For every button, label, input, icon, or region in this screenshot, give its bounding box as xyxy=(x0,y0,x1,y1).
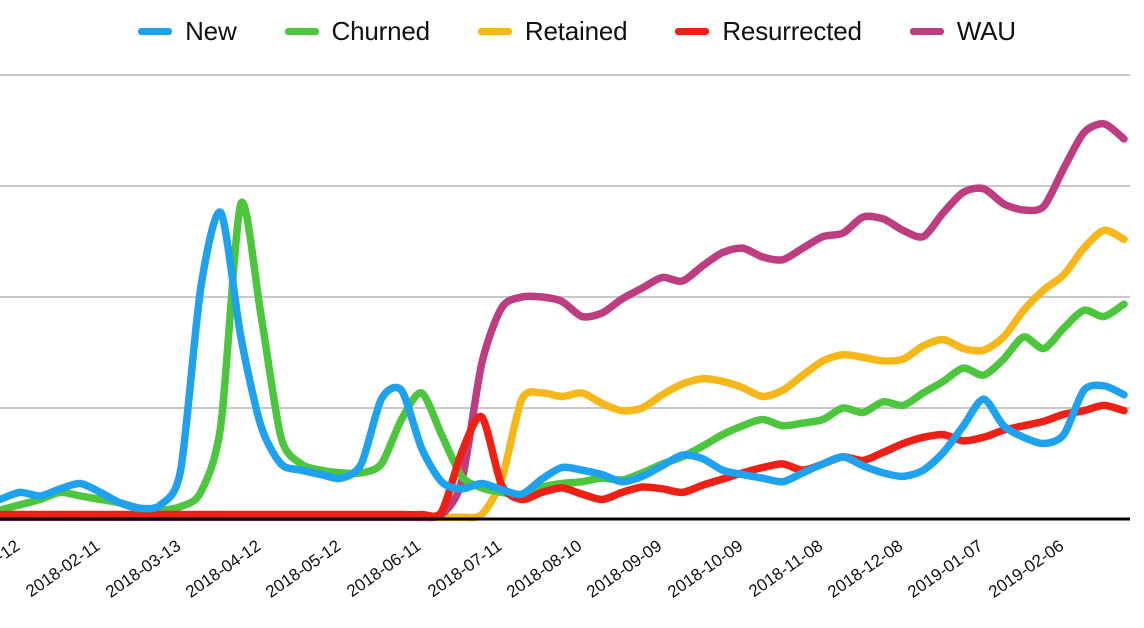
legend-swatch-icon xyxy=(675,27,710,35)
legend-swatch-icon xyxy=(284,27,319,35)
legend-swatch-icon xyxy=(909,27,944,35)
series-line-wau xyxy=(0,119,1128,522)
legend-swatch-icon xyxy=(138,27,173,35)
plot-area: 2018-01-12 2018-02-11 2018-03-13 2018-04-12… xyxy=(0,62,1144,628)
legend-item-churned[interactable]: Churned xyxy=(284,16,431,46)
legend-label: Retained xyxy=(524,16,628,46)
series-group xyxy=(0,119,1128,522)
legend-item-retained[interactable]: Retained xyxy=(477,16,628,46)
legend-item-new[interactable]: New xyxy=(138,16,237,46)
legend-item-resurrected[interactable]: Resurrected xyxy=(675,16,862,46)
legend-swatch-icon xyxy=(477,27,512,35)
chart-page: New Churned Retained Resurrected WAU 2018-01… xyxy=(0,0,1144,628)
legend-label: New xyxy=(185,16,237,46)
gridlines-group xyxy=(0,74,1130,409)
legend-label: Churned xyxy=(331,16,431,46)
legend-item-wau[interactable]: WAU xyxy=(909,16,1016,46)
legend-label: Resurrected xyxy=(722,16,862,46)
series-line-new xyxy=(0,208,1128,513)
chart-legend: New Churned Retained Resurrected WAU xyxy=(0,0,1144,62)
legend-label: WAU xyxy=(956,16,1016,46)
